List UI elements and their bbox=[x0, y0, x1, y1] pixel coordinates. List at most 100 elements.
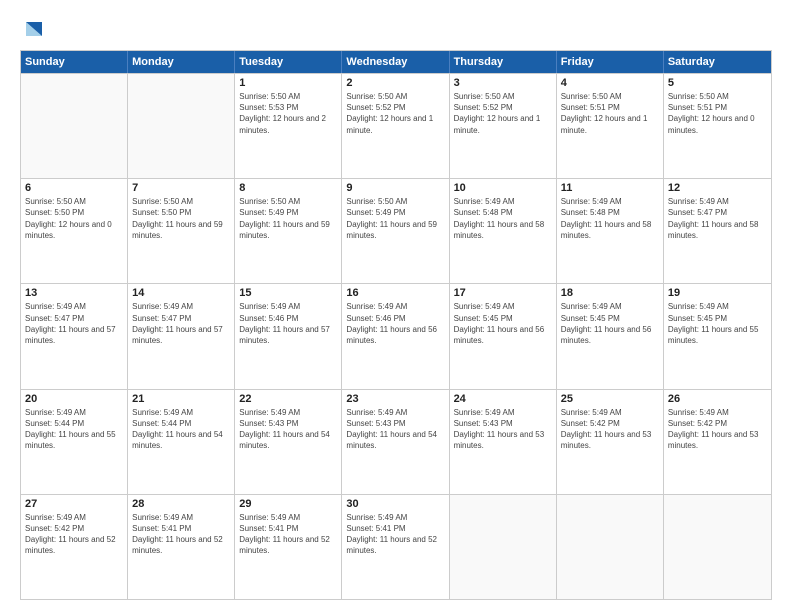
cell-info: Sunrise: 5:49 AM Sunset: 5:42 PM Dayligh… bbox=[25, 512, 123, 557]
cell-info: Sunrise: 5:49 AM Sunset: 5:44 PM Dayligh… bbox=[132, 407, 230, 452]
calendar-cell: 30 Sunrise: 5:49 AM Sunset: 5:41 PM Dayl… bbox=[342, 495, 449, 599]
cell-day-number: 23 bbox=[346, 393, 444, 405]
header-saturday: Saturday bbox=[664, 51, 771, 73]
calendar-cell: 28 Sunrise: 5:49 AM Sunset: 5:41 PM Dayl… bbox=[128, 495, 235, 599]
page: Sunday Monday Tuesday Wednesday Thursday… bbox=[0, 0, 792, 612]
calendar-cell: 4 Sunrise: 5:50 AM Sunset: 5:51 PM Dayli… bbox=[557, 74, 664, 178]
calendar-body: 1 Sunrise: 5:50 AM Sunset: 5:53 PM Dayli… bbox=[21, 73, 771, 599]
calendar-cell: 15 Sunrise: 5:49 AM Sunset: 5:46 PM Dayl… bbox=[235, 284, 342, 388]
cell-day-number: 11 bbox=[561, 182, 659, 194]
cell-info: Sunrise: 5:49 AM Sunset: 5:42 PM Dayligh… bbox=[668, 407, 767, 452]
cell-day-number: 2 bbox=[346, 77, 444, 89]
calendar-cell: 27 Sunrise: 5:49 AM Sunset: 5:42 PM Dayl… bbox=[21, 495, 128, 599]
cell-day-number: 28 bbox=[132, 498, 230, 510]
cell-info: Sunrise: 5:49 AM Sunset: 5:43 PM Dayligh… bbox=[239, 407, 337, 452]
calendar-cell: 16 Sunrise: 5:49 AM Sunset: 5:46 PM Dayl… bbox=[342, 284, 449, 388]
calendar-cell: 20 Sunrise: 5:49 AM Sunset: 5:44 PM Dayl… bbox=[21, 390, 128, 494]
calendar-cell: 26 Sunrise: 5:49 AM Sunset: 5:42 PM Dayl… bbox=[664, 390, 771, 494]
cell-day-number: 5 bbox=[668, 77, 767, 89]
calendar-row: 20 Sunrise: 5:49 AM Sunset: 5:44 PM Dayl… bbox=[21, 389, 771, 494]
cell-info: Sunrise: 5:49 AM Sunset: 5:45 PM Dayligh… bbox=[454, 301, 552, 346]
header-monday: Monday bbox=[128, 51, 235, 73]
header-tuesday: Tuesday bbox=[235, 51, 342, 73]
calendar-cell bbox=[450, 495, 557, 599]
calendar-cell: 25 Sunrise: 5:49 AM Sunset: 5:42 PM Dayl… bbox=[557, 390, 664, 494]
calendar-row: 13 Sunrise: 5:49 AM Sunset: 5:47 PM Dayl… bbox=[21, 283, 771, 388]
cell-info: Sunrise: 5:49 AM Sunset: 5:48 PM Dayligh… bbox=[561, 196, 659, 241]
cell-info: Sunrise: 5:49 AM Sunset: 5:45 PM Dayligh… bbox=[561, 301, 659, 346]
calendar-cell bbox=[557, 495, 664, 599]
calendar-cell: 6 Sunrise: 5:50 AM Sunset: 5:50 PM Dayli… bbox=[21, 179, 128, 283]
calendar-cell: 12 Sunrise: 5:49 AM Sunset: 5:47 PM Dayl… bbox=[664, 179, 771, 283]
cell-day-number: 29 bbox=[239, 498, 337, 510]
cell-day-number: 27 bbox=[25, 498, 123, 510]
calendar-header: Sunday Monday Tuesday Wednesday Thursday… bbox=[21, 51, 771, 73]
calendar-cell: 13 Sunrise: 5:49 AM Sunset: 5:47 PM Dayl… bbox=[21, 284, 128, 388]
cell-day-number: 12 bbox=[668, 182, 767, 194]
cell-info: Sunrise: 5:49 AM Sunset: 5:47 PM Dayligh… bbox=[668, 196, 767, 241]
cell-day-number: 17 bbox=[454, 287, 552, 299]
logo-icon bbox=[22, 18, 44, 40]
header-wednesday: Wednesday bbox=[342, 51, 449, 73]
calendar-row: 1 Sunrise: 5:50 AM Sunset: 5:53 PM Dayli… bbox=[21, 73, 771, 178]
cell-day-number: 10 bbox=[454, 182, 552, 194]
calendar-cell: 14 Sunrise: 5:49 AM Sunset: 5:47 PM Dayl… bbox=[128, 284, 235, 388]
calendar-cell bbox=[128, 74, 235, 178]
cell-info: Sunrise: 5:49 AM Sunset: 5:41 PM Dayligh… bbox=[132, 512, 230, 557]
cell-day-number: 21 bbox=[132, 393, 230, 405]
calendar-cell: 24 Sunrise: 5:49 AM Sunset: 5:43 PM Dayl… bbox=[450, 390, 557, 494]
cell-info: Sunrise: 5:49 AM Sunset: 5:47 PM Dayligh… bbox=[132, 301, 230, 346]
calendar-cell: 8 Sunrise: 5:50 AM Sunset: 5:49 PM Dayli… bbox=[235, 179, 342, 283]
calendar-cell: 18 Sunrise: 5:49 AM Sunset: 5:45 PM Dayl… bbox=[557, 284, 664, 388]
cell-info: Sunrise: 5:50 AM Sunset: 5:49 PM Dayligh… bbox=[239, 196, 337, 241]
calendar-cell: 23 Sunrise: 5:49 AM Sunset: 5:43 PM Dayl… bbox=[342, 390, 449, 494]
header-friday: Friday bbox=[557, 51, 664, 73]
header-sunday: Sunday bbox=[21, 51, 128, 73]
cell-info: Sunrise: 5:49 AM Sunset: 5:42 PM Dayligh… bbox=[561, 407, 659, 452]
calendar-cell: 19 Sunrise: 5:49 AM Sunset: 5:45 PM Dayl… bbox=[664, 284, 771, 388]
calendar-cell: 22 Sunrise: 5:49 AM Sunset: 5:43 PM Dayl… bbox=[235, 390, 342, 494]
cell-info: Sunrise: 5:50 AM Sunset: 5:51 PM Dayligh… bbox=[561, 91, 659, 136]
cell-day-number: 16 bbox=[346, 287, 444, 299]
cell-day-number: 25 bbox=[561, 393, 659, 405]
logo bbox=[20, 18, 44, 40]
calendar-cell: 11 Sunrise: 5:49 AM Sunset: 5:48 PM Dayl… bbox=[557, 179, 664, 283]
cell-info: Sunrise: 5:50 AM Sunset: 5:51 PM Dayligh… bbox=[668, 91, 767, 136]
cell-day-number: 14 bbox=[132, 287, 230, 299]
cell-info: Sunrise: 5:49 AM Sunset: 5:41 PM Dayligh… bbox=[239, 512, 337, 557]
cell-day-number: 3 bbox=[454, 77, 552, 89]
cell-day-number: 15 bbox=[239, 287, 337, 299]
calendar-cell bbox=[664, 495, 771, 599]
calendar-cell: 2 Sunrise: 5:50 AM Sunset: 5:52 PM Dayli… bbox=[342, 74, 449, 178]
header-thursday: Thursday bbox=[450, 51, 557, 73]
calendar-row: 27 Sunrise: 5:49 AM Sunset: 5:42 PM Dayl… bbox=[21, 494, 771, 599]
cell-day-number: 20 bbox=[25, 393, 123, 405]
cell-day-number: 6 bbox=[25, 182, 123, 194]
cell-info: Sunrise: 5:49 AM Sunset: 5:48 PM Dayligh… bbox=[454, 196, 552, 241]
cell-info: Sunrise: 5:49 AM Sunset: 5:44 PM Dayligh… bbox=[25, 407, 123, 452]
cell-day-number: 22 bbox=[239, 393, 337, 405]
calendar-cell: 7 Sunrise: 5:50 AM Sunset: 5:50 PM Dayli… bbox=[128, 179, 235, 283]
cell-day-number: 8 bbox=[239, 182, 337, 194]
calendar: Sunday Monday Tuesday Wednesday Thursday… bbox=[20, 50, 772, 600]
calendar-cell: 21 Sunrise: 5:49 AM Sunset: 5:44 PM Dayl… bbox=[128, 390, 235, 494]
cell-day-number: 19 bbox=[668, 287, 767, 299]
cell-info: Sunrise: 5:49 AM Sunset: 5:41 PM Dayligh… bbox=[346, 512, 444, 557]
calendar-row: 6 Sunrise: 5:50 AM Sunset: 5:50 PM Dayli… bbox=[21, 178, 771, 283]
cell-day-number: 18 bbox=[561, 287, 659, 299]
calendar-cell: 1 Sunrise: 5:50 AM Sunset: 5:53 PM Dayli… bbox=[235, 74, 342, 178]
cell-info: Sunrise: 5:50 AM Sunset: 5:52 PM Dayligh… bbox=[454, 91, 552, 136]
calendar-cell bbox=[21, 74, 128, 178]
cell-day-number: 26 bbox=[668, 393, 767, 405]
calendar-cell: 9 Sunrise: 5:50 AM Sunset: 5:49 PM Dayli… bbox=[342, 179, 449, 283]
cell-day-number: 4 bbox=[561, 77, 659, 89]
cell-info: Sunrise: 5:49 AM Sunset: 5:47 PM Dayligh… bbox=[25, 301, 123, 346]
cell-info: Sunrise: 5:50 AM Sunset: 5:50 PM Dayligh… bbox=[132, 196, 230, 241]
cell-info: Sunrise: 5:50 AM Sunset: 5:53 PM Dayligh… bbox=[239, 91, 337, 136]
cell-day-number: 1 bbox=[239, 77, 337, 89]
calendar-cell: 29 Sunrise: 5:49 AM Sunset: 5:41 PM Dayl… bbox=[235, 495, 342, 599]
cell-day-number: 30 bbox=[346, 498, 444, 510]
cell-info: Sunrise: 5:49 AM Sunset: 5:45 PM Dayligh… bbox=[668, 301, 767, 346]
cell-info: Sunrise: 5:50 AM Sunset: 5:52 PM Dayligh… bbox=[346, 91, 444, 136]
cell-day-number: 9 bbox=[346, 182, 444, 194]
